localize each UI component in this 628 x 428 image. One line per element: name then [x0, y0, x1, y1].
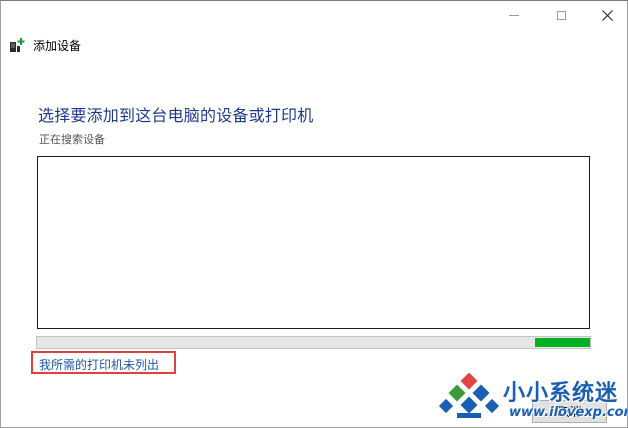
maximize-button[interactable]	[539, 1, 583, 29]
progress-fill	[534, 338, 590, 347]
wizard-title: 添加设备	[33, 38, 82, 53]
watermark: 小小系统迷 www.ilovexp.com	[437, 373, 628, 427]
minimize-button[interactable]	[492, 1, 536, 29]
add-device-window: 添加设备 选择要添加到这台电脑的设备或打印机 正在搜索设备 我所需的打印机未列出…	[0, 0, 628, 428]
search-progress-bar	[36, 336, 591, 349]
watermark-title: 小小系统迷	[503, 381, 619, 406]
close-button[interactable]	[585, 1, 627, 29]
printer-not-listed-link[interactable]: 我所需的打印机未列出	[39, 356, 159, 373]
search-status: 正在搜索设备	[39, 133, 105, 146]
add-device-icon	[10, 38, 25, 52]
device-list[interactable]	[37, 156, 590, 329]
watermark-logo	[438, 373, 500, 418]
watermark-url: www.ilovexp.com	[509, 405, 628, 420]
page-heading: 选择要添加到这台电脑的设备或打印机	[38, 106, 314, 125]
wizard-header: 添加设备	[9, 36, 81, 54]
minimize-icon	[509, 15, 519, 16]
close-icon	[601, 9, 613, 21]
maximize-icon	[556, 10, 566, 20]
